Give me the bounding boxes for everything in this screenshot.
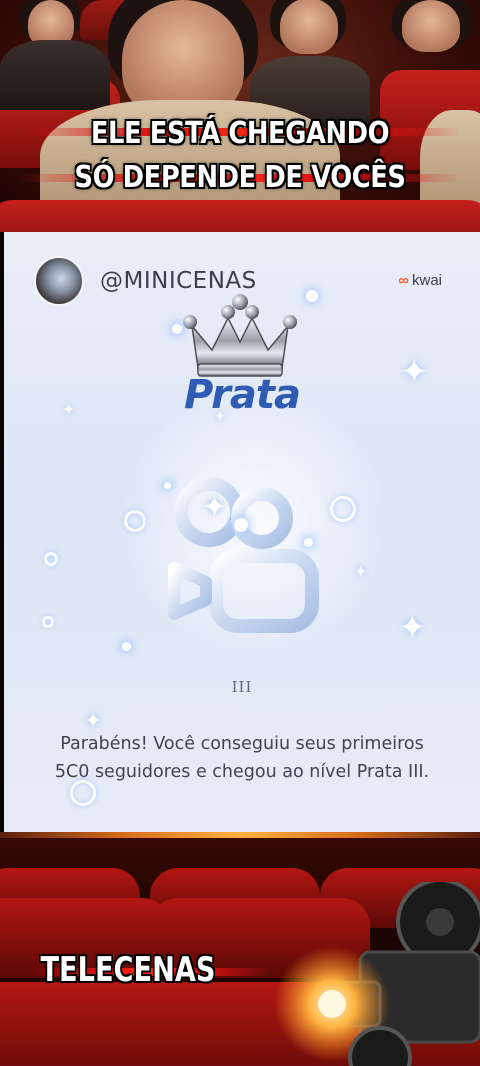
sparkle-ring-icon [70,780,96,806]
sparkle-icon [172,324,182,334]
headline-line-2: SÓ DEPENDE DE VOCÊS [74,160,406,195]
top-banner: ELE ESTÁ CHEGANDO SÓ DEPENDE DE VOCÊS [0,0,480,232]
sparkle-icon [304,538,313,547]
kwai-logo-icon: ∞ [398,272,409,289]
bottom-banner: TELECENAS [0,832,480,1066]
achievement-message: Parabéns! Você conseguiu seus primeiros … [24,730,460,786]
sparkle-ring-icon [124,510,146,532]
sparkle-icon: ✦ [202,491,228,524]
audience-member [0,40,110,110]
sparkle-icon: ✦ [62,402,76,419]
cinema-seat-row [0,200,480,232]
sparkle-icon: ✦ [354,564,368,581]
brand-name: TELECENAS [40,950,216,990]
crown-icon [183,294,297,377]
projector-icon [274,882,480,1066]
avatar[interactable] [34,256,84,306]
sparkle-ring-icon [44,552,58,566]
sparkle-icon [122,642,131,651]
kwai-logo: ∞ kwai [398,272,442,289]
audience-member [402,0,460,52]
headline-line-1: ELE ESTÁ CHEGANDO [90,116,390,151]
sparkle-icon: ✦ [214,408,226,424]
message-line-1: Parabéns! Você conseguiu seus primeiros [60,734,424,754]
sparkle-icon [234,518,248,532]
audience-member [280,0,338,54]
username[interactable]: @MINICENAS [100,268,257,294]
sparkle-ring-icon [42,616,54,628]
sparkle-icon: ✦ [84,708,103,733]
sparkle-icon [164,482,171,489]
achievement-card: @MINICENAS ∞ kwai Prata III Parabéns! Vo… [4,232,480,832]
sparkle-icon: ✦ [398,609,427,647]
sparkle-icon: ✦ [400,353,429,391]
tier-level: III [231,678,253,696]
sparkle-icon [306,290,318,302]
kwai-camera-icon [168,477,319,633]
kwai-logo-text: kwai [411,272,442,289]
sparkle-ring-icon [330,496,356,522]
